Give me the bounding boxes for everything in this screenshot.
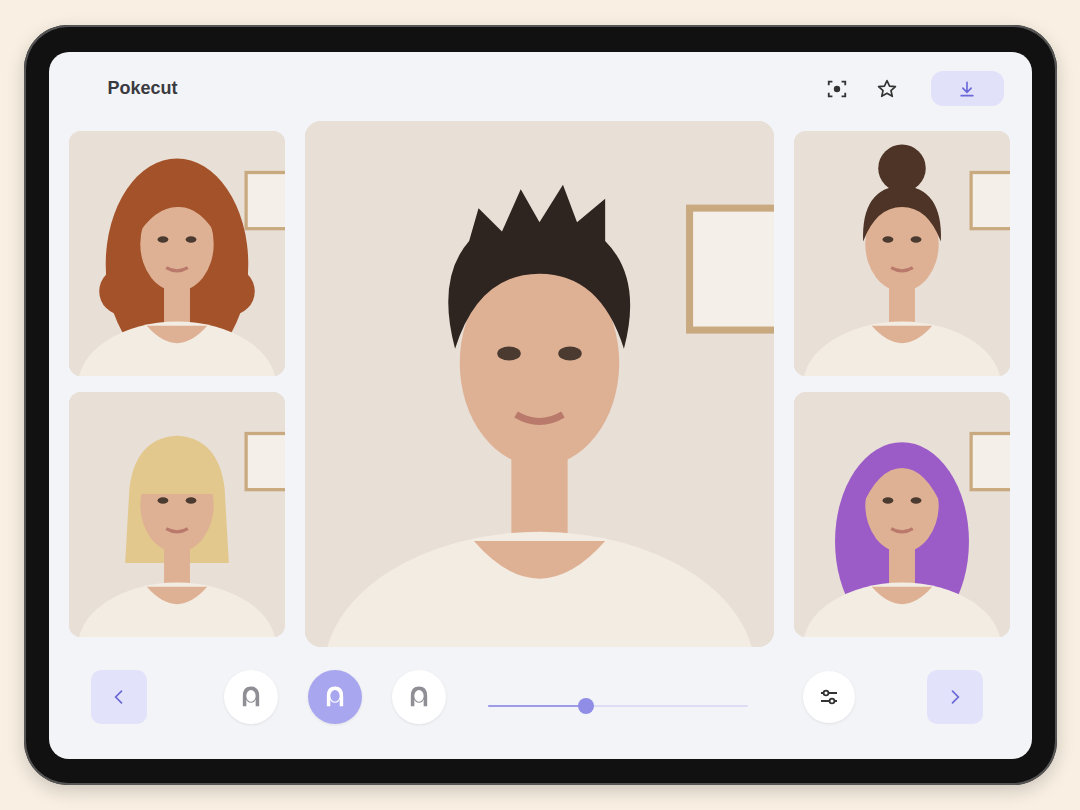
- style-thumbnail[interactable]: [794, 392, 1010, 637]
- chevron-right-icon: [945, 687, 965, 707]
- favorite-button[interactable]: [871, 73, 903, 105]
- header: Pokecut: [69, 52, 1010, 121]
- portrait-photo: [794, 131, 1010, 376]
- style-thumbnail[interactable]: [794, 131, 1010, 376]
- gallery: [69, 121, 1010, 647]
- portrait-photo: [305, 121, 774, 647]
- head-icon: [405, 683, 433, 711]
- scan-button[interactable]: [821, 73, 853, 105]
- sliders-icon: [817, 685, 841, 709]
- app-logo: Pokecut: [108, 78, 821, 99]
- head-icon: [321, 683, 349, 711]
- hairstyle-option[interactable]: [224, 670, 278, 724]
- previous-button[interactable]: [91, 670, 147, 724]
- hairstyle-option[interactable]: [392, 670, 446, 724]
- hairstyle-options: [224, 670, 446, 724]
- right-thumbnails: [794, 121, 1010, 647]
- chevron-left-icon: [109, 687, 129, 707]
- slider-track[interactable]: [488, 705, 748, 707]
- portrait-photo: [69, 392, 285, 637]
- slider-fill: [488, 705, 587, 707]
- scan-icon: [826, 78, 848, 100]
- tablet-frame: Pokecut: [24, 25, 1057, 785]
- style-thumbnail[interactable]: [69, 131, 285, 376]
- app-screen: Pokecut: [49, 52, 1032, 759]
- intensity-slider[interactable]: [488, 697, 748, 715]
- adjust-button[interactable]: [803, 671, 855, 723]
- next-button[interactable]: [927, 670, 983, 724]
- bottom-toolbar: [69, 647, 1010, 759]
- head-icon: [237, 683, 265, 711]
- slider-knob[interactable]: [578, 698, 594, 714]
- portrait-photo: [794, 392, 1010, 637]
- style-thumbnail[interactable]: [69, 392, 285, 637]
- portrait-photo: [69, 131, 285, 376]
- preview-photo: [305, 121, 774, 647]
- left-thumbnails: [69, 121, 285, 647]
- hairstyle-option[interactable]: [308, 670, 362, 724]
- download-button[interactable]: [931, 71, 1004, 106]
- star-icon: [876, 78, 898, 100]
- header-actions: [821, 71, 1004, 106]
- download-icon: [957, 79, 977, 99]
